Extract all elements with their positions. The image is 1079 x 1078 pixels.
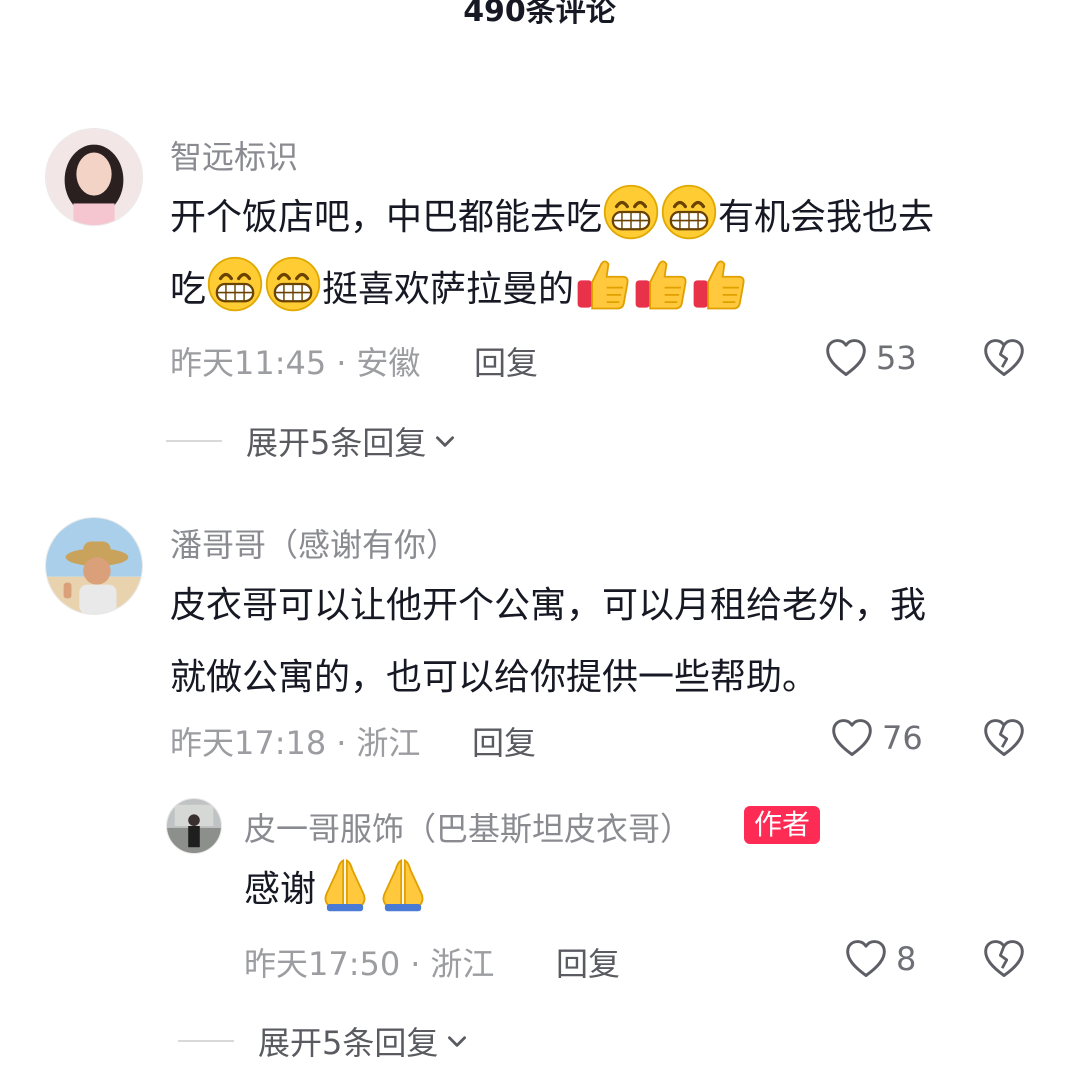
like-count: 76 (882, 719, 923, 757)
like-button[interactable]: 53 (824, 336, 917, 380)
meta-separator: · (410, 945, 421, 983)
comment-text-line: 就做公寓的，也可以给你提供一些帮助。 (170, 657, 819, 698)
comment-text: 开个饭店吧，中巴都能去吃 有机会我也去 吃 挺喜欢萨拉曼的 (170, 182, 1040, 326)
meta-separator: · (336, 724, 347, 762)
reply-button[interactable]: 回复 (556, 939, 620, 985)
folded-hands-emoji-icon (316, 855, 374, 913)
avatar[interactable] (166, 798, 222, 854)
comment-location: 浙江 (356, 724, 421, 762)
comment-text-part: 开个饭店吧，中巴都能去吃 (170, 197, 603, 238)
comment-text-part: 挺喜欢萨拉曼的 (322, 269, 575, 310)
meta-separator: · (336, 344, 347, 382)
divider-line (166, 440, 222, 442)
avatar[interactable] (45, 517, 143, 615)
reply-button[interactable]: 回复 (472, 718, 536, 764)
avatar[interactable] (45, 128, 143, 226)
dislike-button[interactable] (982, 716, 1026, 764)
grinning-face-emoji-icon (264, 255, 322, 313)
chevron-down-icon (444, 1028, 470, 1054)
broken-heart-icon (982, 937, 1026, 981)
reply-author[interactable]: 皮一哥服饰（巴基斯坦皮衣哥） (244, 804, 692, 850)
comment-text-part: 有机会我也去 (718, 197, 935, 238)
folded-hands-emoji-icon (374, 855, 432, 913)
like-count: 8 (896, 940, 917, 978)
author-badge: 作者 (744, 806, 821, 844)
dislike-button[interactable] (982, 336, 1026, 384)
thumbs-up-emoji-icon (574, 255, 632, 313)
expand-replies-label: 展开5条回复 (246, 424, 427, 462)
reply-time: 昨天17:50 (244, 945, 401, 983)
comment-time: 昨天11:45 (170, 344, 327, 382)
reply-location: 浙江 (430, 945, 495, 983)
comment-time: 昨天17:18 (170, 724, 327, 762)
grinning-face-emoji-icon (206, 255, 264, 313)
reply-button[interactable]: 回复 (474, 338, 538, 384)
broken-heart-icon (982, 336, 1026, 380)
like-count: 53 (876, 339, 917, 377)
expand-replies-button[interactable]: 展开5条回复 (166, 418, 458, 464)
comment-text-line: 皮衣哥可以让他开个公寓，可以月租给老外，我 (170, 585, 927, 626)
expand-replies-button[interactable]: 展开5条回复 (178, 1018, 470, 1064)
heart-outline-icon (830, 716, 874, 760)
comment-text: 皮衣哥可以让他开个公寓，可以月租给老外，我 就做公寓的，也可以给你提供一些帮助。 (170, 570, 1040, 714)
comment-author[interactable]: 潘哥哥（感谢有你） (170, 520, 458, 566)
comment-author[interactable]: 智远标识 (170, 132, 298, 178)
chevron-down-icon (432, 428, 458, 454)
broken-heart-icon (982, 716, 1026, 760)
reply-text-part: 感谢 (244, 869, 317, 910)
expand-replies-label: 展开5条回复 (258, 1024, 439, 1062)
grinning-face-emoji-icon (660, 183, 718, 241)
heart-outline-icon (824, 336, 868, 380)
divider-line (178, 1040, 234, 1042)
reply-text: 感谢 (244, 854, 432, 926)
comment-location: 安徽 (356, 344, 421, 382)
thumbs-up-emoji-icon (690, 255, 748, 313)
comment-meta: 昨天11:45 · 安徽 (170, 338, 420, 384)
reply-meta: 昨天17:50 · 浙江 (244, 939, 494, 985)
comment-text-part: 吃 (170, 269, 207, 310)
thumbs-up-emoji-icon (632, 255, 690, 313)
comment-meta: 昨天17:18 · 浙江 (170, 718, 420, 764)
comments-count-title: 490条评论 (463, 0, 616, 29)
dislike-button[interactable] (982, 937, 1026, 985)
grinning-face-emoji-icon (602, 183, 660, 241)
heart-outline-icon (844, 937, 888, 981)
like-button[interactable]: 8 (844, 937, 916, 981)
like-button[interactable]: 76 (830, 716, 923, 760)
